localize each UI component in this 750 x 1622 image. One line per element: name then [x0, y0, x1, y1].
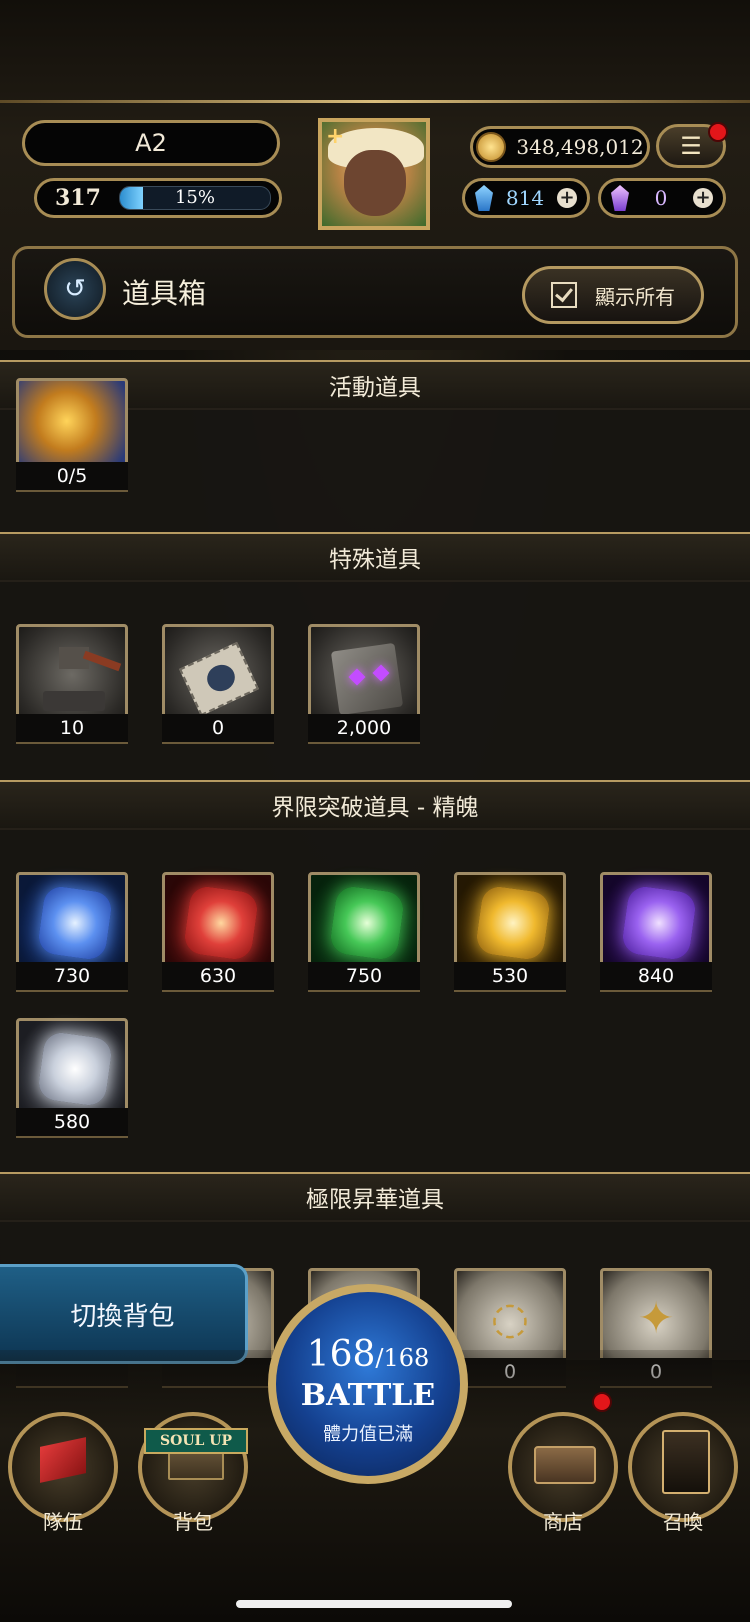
item-slot[interactable]: 750 — [308, 872, 420, 992]
item-count: 630 — [162, 962, 274, 992]
add-purple-gem-button[interactable]: + — [692, 188, 713, 208]
section-header-special: 特殊道具 — [0, 532, 750, 582]
player-level: 317 — [55, 185, 101, 211]
home-indicator — [236, 1600, 512, 1608]
item-slot[interactable]: 0/5 — [16, 378, 128, 492]
item-count: 10 — [16, 714, 128, 744]
checkbox-icon — [551, 282, 577, 308]
shop-sign-icon — [534, 1446, 596, 1484]
nav-shop-label: 商店 — [543, 1510, 583, 1534]
crystal-green — [328, 884, 406, 962]
purple-gem-counter: 0 + — [598, 178, 726, 218]
purple-gem-amount: 0 — [654, 186, 668, 210]
item-slot[interactable]: 0 — [162, 624, 274, 744]
section-title-limit-break: 界限突破道具 - 精魄 — [271, 795, 479, 821]
crystal-gold — [474, 884, 552, 962]
battle-button[interactable]: 168/168 BATTLE 體力值已滿 — [268, 1284, 468, 1484]
add-blue-gem-button[interactable]: + — [557, 188, 577, 208]
item-slot[interactable]: 580 — [16, 1018, 128, 1138]
item-count: 840 — [600, 962, 712, 992]
nav-bag-label: 背包 — [173, 1510, 213, 1534]
crystal-blue — [36, 884, 114, 962]
section-title-event: 活動道具 — [329, 375, 421, 401]
item-slot[interactable]: 2,000 — [308, 624, 420, 744]
gold-counter: 348,498,012 — [470, 126, 650, 168]
section-title-ultimate: 極限昇華道具 — [306, 1187, 444, 1213]
exp-percent: 15% — [174, 187, 215, 208]
item-slot[interactable]: 730 — [16, 872, 128, 992]
blue-gem-icon — [475, 185, 493, 211]
avatar-plus-icon: + — [326, 124, 345, 149]
battle-label: BATTLE — [300, 1378, 436, 1413]
nav-team-label: 隊伍 — [43, 1510, 83, 1534]
item-count: 0/5 — [16, 462, 128, 492]
purple-gem-icon — [611, 185, 629, 211]
stamina-max: /168 — [375, 1344, 430, 1372]
red-flag-icon — [40, 1437, 86, 1483]
item-count: 580 — [16, 1108, 128, 1138]
menu-icon: ☰ — [680, 132, 702, 160]
item-count: 750 — [308, 962, 420, 992]
shop-notification-dot — [592, 1392, 612, 1412]
switch-bag-label: 切換背包 — [70, 1301, 175, 1332]
crystal-white — [36, 1030, 114, 1108]
exp-progress-bar: 15% — [119, 186, 271, 210]
item-slot[interactable]: 840 — [600, 872, 712, 992]
blue-gem-amount: 814 — [505, 186, 545, 210]
item-slot[interactable]: 530 — [454, 872, 566, 992]
menu-notification-dot — [708, 122, 728, 142]
show-all-toggle[interactable]: 顯示所有 — [522, 266, 704, 324]
back-button[interactable]: ↺ — [44, 258, 106, 320]
show-all-label: 顯示所有 — [595, 284, 675, 309]
item-slot[interactable]: 10 — [16, 624, 128, 744]
header-divider — [0, 100, 750, 103]
soul-up-badge: SOUL UP — [144, 1428, 248, 1454]
section-header-limit-break: 界限突破道具 - 精魄 — [0, 780, 750, 830]
stamina-status: 體力值已滿 — [323, 1424, 413, 1445]
stamina-readout: 168/168 — [276, 1334, 460, 1375]
nav-summon-label: 召喚 — [663, 1510, 703, 1534]
item-count: 0 — [162, 714, 274, 744]
level-bar: 317 15% — [34, 178, 282, 218]
switch-bag-button[interactable]: 切換背包 — [0, 1264, 248, 1364]
gold-coin-icon — [476, 132, 507, 162]
section-title-special: 特殊道具 — [329, 547, 421, 573]
item-count: 730 — [16, 962, 128, 992]
player-name: A2 — [22, 120, 280, 166]
player-name-text: A2 — [135, 129, 167, 157]
stamina-current: 168 — [306, 1334, 376, 1375]
item-count: 530 — [454, 962, 566, 992]
crystal-purple — [620, 884, 698, 962]
summon-card-icon — [662, 1430, 710, 1494]
item-count: 2,000 — [308, 714, 420, 744]
player-avatar[interactable]: + — [318, 118, 430, 230]
blue-gem-counter: 814 + — [462, 178, 590, 218]
back-arrow-icon: ↺ — [64, 274, 86, 304]
avatar-face — [344, 150, 406, 216]
section-header-ultimate: 極限昇華道具 — [0, 1172, 750, 1222]
gold-amount: 348,498,012 — [516, 135, 644, 159]
item-slot[interactable]: 630 — [162, 872, 274, 992]
crystal-red — [182, 884, 260, 962]
page-title: 道具箱 — [122, 277, 207, 310]
